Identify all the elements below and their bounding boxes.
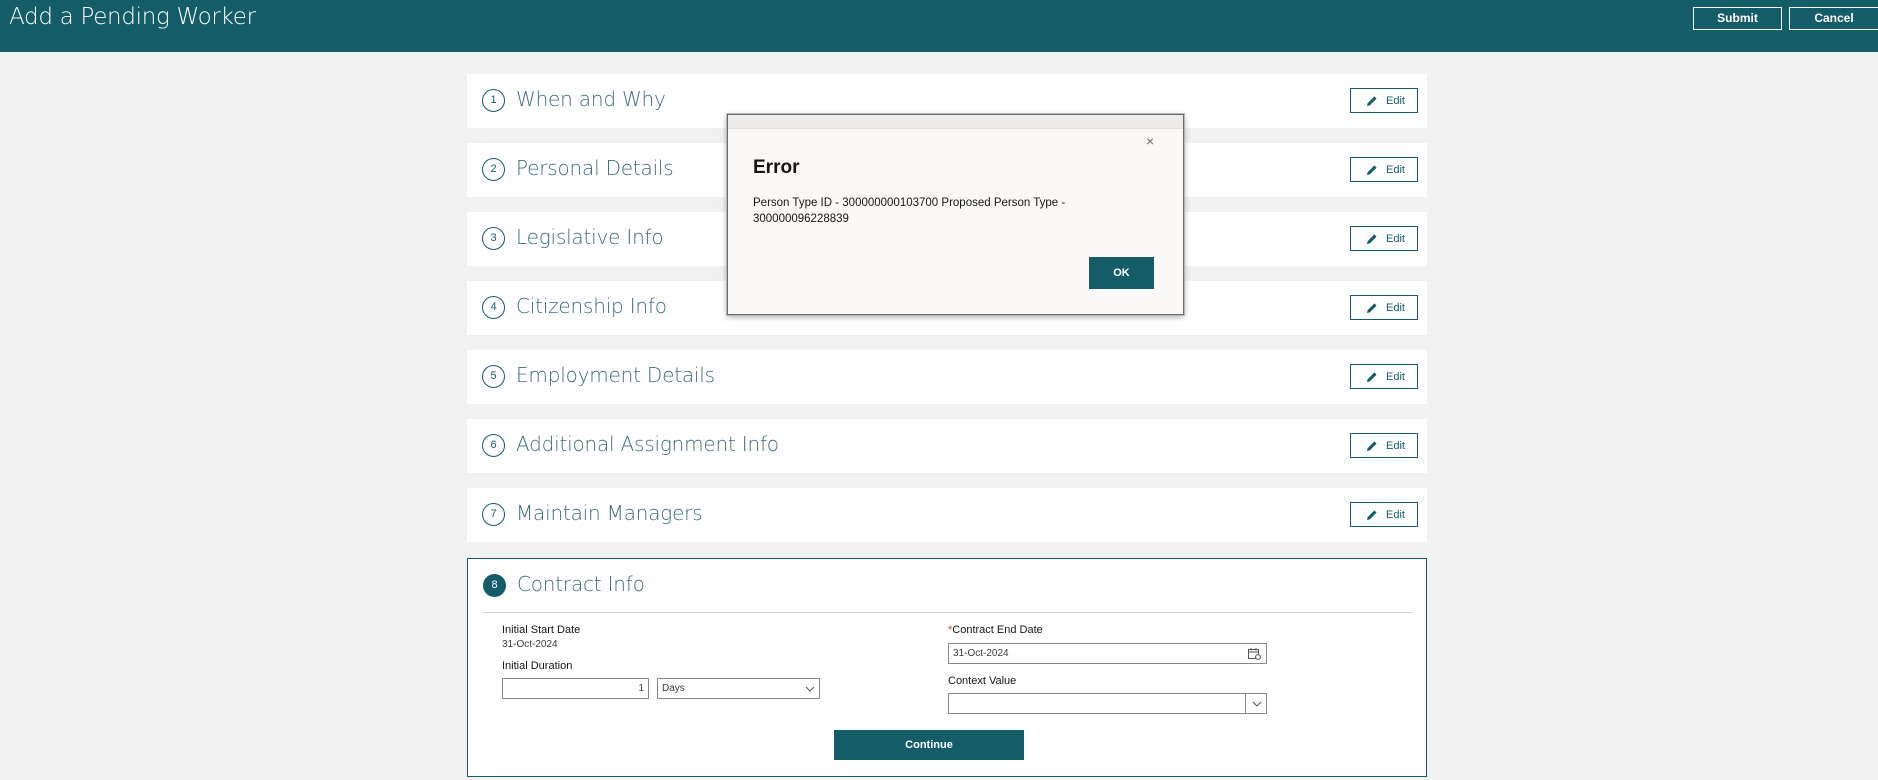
edit-label: Edit (1386, 164, 1405, 176)
initial-duration-label: Initial Duration (502, 660, 573, 672)
pencil-icon (1367, 441, 1377, 451)
edit-label: Edit (1386, 509, 1405, 521)
chevron-down-icon (805, 686, 815, 692)
ok-button[interactable]: OK (1089, 257, 1154, 289)
section-title[interactable]: Maintain Managers (516, 501, 703, 525)
edit-button[interactable]: Edit (1350, 364, 1418, 389)
pencil-icon (1367, 234, 1377, 244)
edit-button[interactable]: Edit (1350, 433, 1418, 458)
edit-label: Edit (1386, 371, 1405, 383)
contract-end-date-value: 31-Oct-2024 (953, 648, 1009, 659)
edit-button[interactable]: Edit (1350, 88, 1418, 113)
edit-label: Edit (1386, 440, 1405, 452)
section-maintain-managers: 7 Maintain Managers Edit (467, 488, 1427, 542)
divider (483, 612, 1412, 613)
select-separator (1245, 694, 1246, 713)
submit-button[interactable]: Submit (1693, 7, 1782, 30)
error-dialog: × Error Person Type ID - 300000000103700… (727, 114, 1184, 315)
section-title[interactable]: Additional Assignment Info (516, 432, 779, 456)
duration-unit-select[interactable]: Days (657, 678, 820, 699)
contract-end-date-label: *Contract End Date (948, 624, 1043, 636)
pencil-icon (1367, 165, 1377, 175)
calendar-icon[interactable] (1248, 648, 1261, 660)
edit-button[interactable]: Edit (1350, 502, 1418, 527)
section-title[interactable]: Citizenship Info (516, 294, 667, 318)
dialog-title: Error (753, 157, 800, 178)
contract-end-date-input[interactable]: 31-Oct-2024 (948, 643, 1267, 664)
chevron-down-icon (1252, 701, 1262, 707)
edit-label: Edit (1386, 233, 1405, 245)
context-value-label: Context Value (948, 675, 1017, 687)
edit-label: Edit (1386, 95, 1405, 107)
pencil-icon (1367, 303, 1377, 313)
step-number: 5 (482, 365, 505, 388)
page-header: Add a Pending Worker Submit Cancel (0, 0, 1878, 52)
edit-button[interactable]: Edit (1350, 226, 1418, 251)
pencil-icon (1367, 372, 1377, 382)
pencil-icon (1367, 96, 1377, 106)
section-title: Contract Info (517, 572, 645, 596)
section-employment-details: 5 Employment Details Edit (467, 350, 1427, 404)
continue-button[interactable]: Continue (834, 730, 1024, 760)
initial-start-date-label: Initial Start Date (502, 624, 581, 636)
section-contract-info: 8 Contract Info Initial Start Date 31-Oc… (467, 558, 1427, 777)
section-title[interactable]: When and Why (516, 87, 666, 111)
dialog-message: Person Type ID - 300000000103700 Propose… (753, 197, 1066, 225)
edit-label: Edit (1386, 302, 1405, 314)
cancel-button[interactable]: Cancel (1789, 7, 1878, 30)
step-number: 8 (483, 574, 506, 597)
edit-button[interactable]: Edit (1350, 157, 1418, 182)
initial-start-date-value: 31-Oct-2024 (502, 639, 558, 650)
page-title: Add a Pending Worker (9, 4, 256, 30)
section-title[interactable]: Legislative Info (516, 225, 664, 249)
edit-button[interactable]: Edit (1350, 295, 1418, 320)
dialog-title-bar[interactable] (728, 115, 1183, 129)
section-additional-assignment-info: 6 Additional Assignment Info Edit (467, 419, 1427, 473)
context-value-select[interactable] (948, 693, 1267, 714)
section-title[interactable]: Personal Details (516, 156, 674, 180)
step-number: 2 (482, 158, 505, 181)
section-title[interactable]: Employment Details (516, 363, 715, 387)
step-number: 3 (482, 227, 505, 250)
step-number: 6 (482, 434, 505, 457)
initial-duration-input[interactable]: 1 (502, 678, 649, 699)
step-number: 1 (482, 89, 505, 112)
close-icon[interactable]: × (1146, 133, 1154, 149)
duration-unit-value: Days (662, 683, 685, 694)
step-number: 7 (482, 503, 505, 526)
step-number: 4 (482, 296, 505, 319)
pencil-icon (1367, 510, 1377, 520)
contract-end-date-label-text: Contract End Date (952, 624, 1043, 636)
